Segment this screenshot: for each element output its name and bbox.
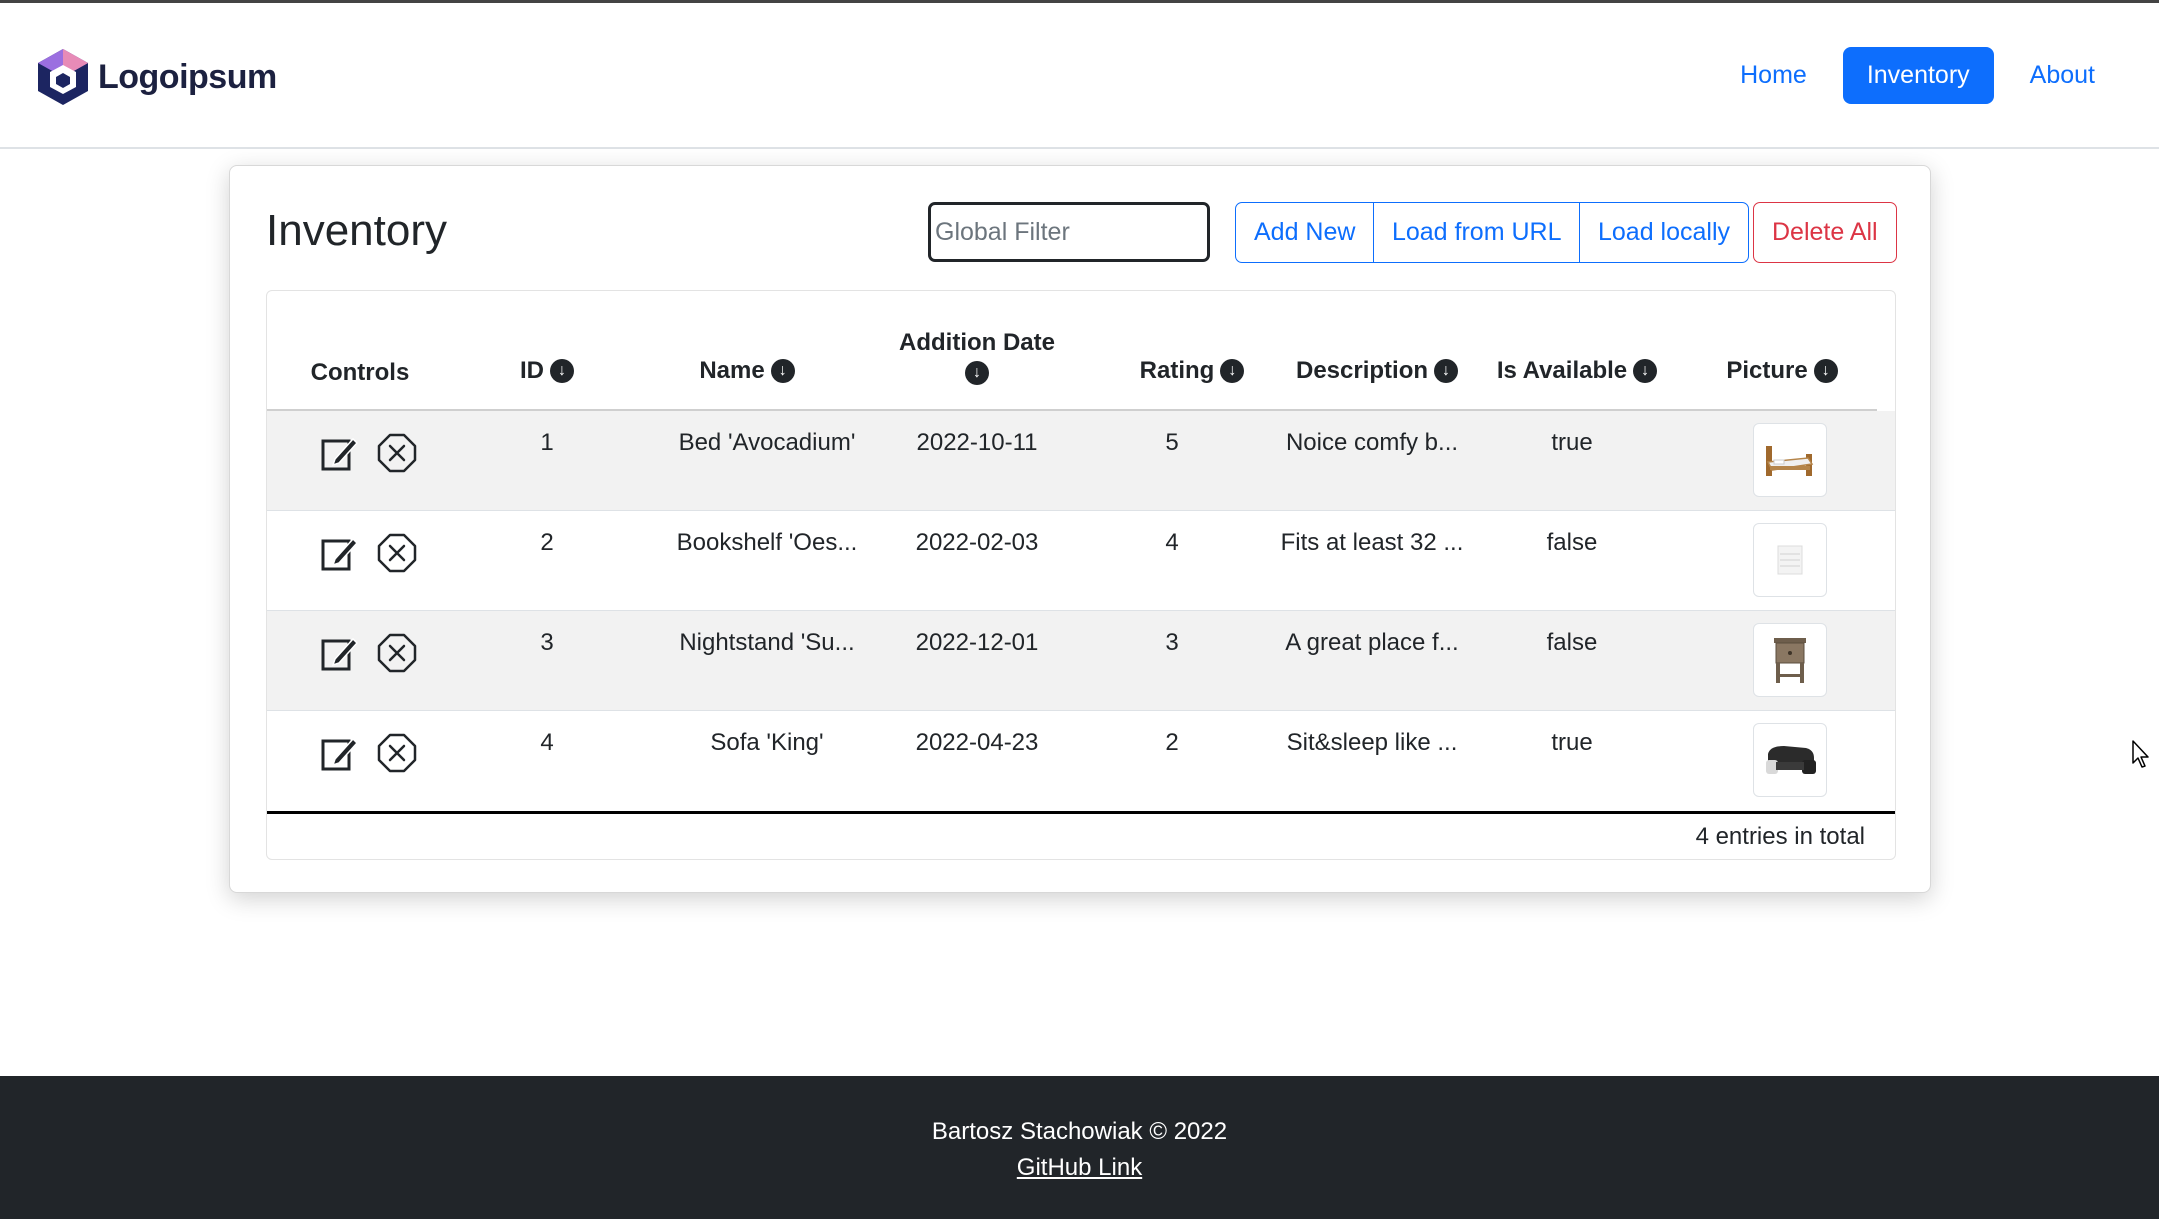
sort-arrow-down-icon[interactable]: ↓ xyxy=(550,359,574,383)
cell-description: Noice comfy b... xyxy=(1285,429,1459,456)
column-header-available[interactable]: Is Available ↓ xyxy=(1482,357,1672,385)
bookshelf-thumbnail[interactable] xyxy=(1753,523,1827,597)
delete-icon[interactable] xyxy=(377,733,417,773)
cell-date: 2022-10-11 xyxy=(916,429,1038,456)
column-header-name[interactable]: Name ↓ xyxy=(667,357,827,385)
delete-icon[interactable] xyxy=(377,633,417,673)
sort-arrow-down-icon[interactable]: ↓ xyxy=(965,361,989,385)
cell-name: Nightstand 'Su... xyxy=(679,629,855,656)
cell-rating: 5 xyxy=(1165,429,1179,456)
table-header: Controls ID ↓ Name ↓ Addition Date ↓ Rat… xyxy=(267,291,1877,411)
nightstand-thumbnail[interactable] xyxy=(1753,623,1827,697)
table-row: 1 Bed 'Avocadium' 2022-10-11 5 Noice com… xyxy=(267,411,1895,511)
bed-thumbnail[interactable] xyxy=(1753,423,1827,497)
edit-icon[interactable] xyxy=(319,633,359,673)
sort-arrow-down-icon[interactable]: ↓ xyxy=(1434,359,1459,383)
load-from-url-button[interactable]: Load from URL xyxy=(1372,202,1581,263)
sofa-thumbnail[interactable] xyxy=(1753,723,1827,797)
table-row: 3 Nightstand 'Su... 2022-12-01 3 A great… xyxy=(267,611,1895,711)
edit-icon[interactable] xyxy=(319,533,359,573)
mouse-pointer-icon xyxy=(2132,740,2149,768)
cell-name: Sofa 'King' xyxy=(710,729,824,756)
bed-picture-icon xyxy=(1766,446,1814,476)
footer: Bartosz Stachowiak © 2022 GitHub Link xyxy=(0,1076,2159,1219)
cell-description: Fits at least 32 ... xyxy=(1280,529,1464,556)
cell-date: 2022-12-01 xyxy=(915,629,1039,656)
nav-inventory[interactable]: Inventory xyxy=(1842,47,1994,104)
inventory-card: Inventory Add New Load from URL Load loc… xyxy=(229,165,1931,893)
page-title: Inventory xyxy=(266,206,447,255)
cell-available: false xyxy=(1546,629,1598,656)
delete-all-button[interactable]: Delete All xyxy=(1753,202,1897,263)
load-button-group: Add New Load from URL Load locally xyxy=(1235,202,1750,263)
nav-about[interactable]: About xyxy=(2006,47,2119,104)
cell-available: false xyxy=(1546,529,1598,556)
cell-id: 3 xyxy=(540,629,554,656)
table-row: 2 Bookshelf 'Oes... 2022-02-03 4 Fits at… xyxy=(267,511,1895,611)
cell-description: A great place f... xyxy=(1285,629,1459,656)
footer-copyright: Bartosz Stachowiak © 2022 xyxy=(931,1118,1228,1145)
cell-id: 1 xyxy=(540,429,554,456)
add-new-button[interactable]: Add New xyxy=(1235,202,1375,263)
cell-rating: 4 xyxy=(1165,529,1179,556)
sort-arrow-down-icon[interactable]: ↓ xyxy=(1813,359,1838,383)
github-link[interactable]: GitHub Link xyxy=(0,1154,2159,1182)
delete-icon[interactable] xyxy=(377,533,417,573)
global-filter-input[interactable] xyxy=(928,202,1210,262)
delete-icon[interactable] xyxy=(377,433,417,473)
cell-date: 2022-04-23 xyxy=(915,729,1039,756)
sort-arrow-down-icon[interactable]: ↓ xyxy=(1633,359,1658,383)
inventory-table: Controls ID ↓ Name ↓ Addition Date ↓ Rat… xyxy=(266,290,1896,860)
sort-arrow-down-icon[interactable]: ↓ xyxy=(770,359,795,383)
table-divider xyxy=(267,811,1895,814)
column-header-id[interactable]: ID ↓ xyxy=(502,357,592,385)
edit-icon[interactable] xyxy=(319,733,359,773)
cell-id: 2 xyxy=(540,529,554,556)
cell-date: 2022-02-03 xyxy=(915,529,1039,556)
cell-name: Bed 'Avocadium' xyxy=(678,429,856,456)
cell-id: 4 xyxy=(540,729,554,756)
cell-available: true xyxy=(1551,429,1593,456)
column-header-description[interactable]: Description ↓ xyxy=(1267,357,1487,385)
bookshelf-picture-icon xyxy=(1777,545,1803,575)
column-header-controls: Controls xyxy=(310,359,410,386)
cell-rating: 2 xyxy=(1165,729,1179,756)
table-row: 4 Sofa 'King' 2022-04-23 2 Sit&sleep lik… xyxy=(267,711,1895,811)
navbar: Logoipsum Home Inventory About xyxy=(0,3,2159,149)
column-header-date[interactable]: Addition Date ↓ xyxy=(867,329,1087,385)
cell-description: Sit&sleep like ... xyxy=(1286,729,1458,756)
brand-logo[interactable]: Logoipsum xyxy=(36,47,277,107)
entries-total: 4 entries in total xyxy=(1695,823,1865,850)
load-locally-button[interactable]: Load locally xyxy=(1578,202,1750,263)
nightstand-picture-icon xyxy=(1774,638,1806,683)
cell-name: Bookshelf 'Oes... xyxy=(676,529,858,556)
cell-rating: 3 xyxy=(1165,629,1179,656)
brand-name: Logoipsum xyxy=(98,57,277,96)
column-header-rating[interactable]: Rating ↓ xyxy=(1107,357,1277,385)
sofa-picture-icon xyxy=(1766,746,1816,774)
cell-available: true xyxy=(1551,729,1593,756)
nav-home[interactable]: Home xyxy=(1716,47,1831,104)
nav-links: Home Inventory About xyxy=(1716,47,2119,104)
column-header-picture[interactable]: Picture ↓ xyxy=(1697,357,1867,385)
sort-arrow-down-icon[interactable]: ↓ xyxy=(1220,359,1245,383)
hexagon-logo-icon xyxy=(38,49,88,105)
edit-icon[interactable] xyxy=(319,433,359,473)
